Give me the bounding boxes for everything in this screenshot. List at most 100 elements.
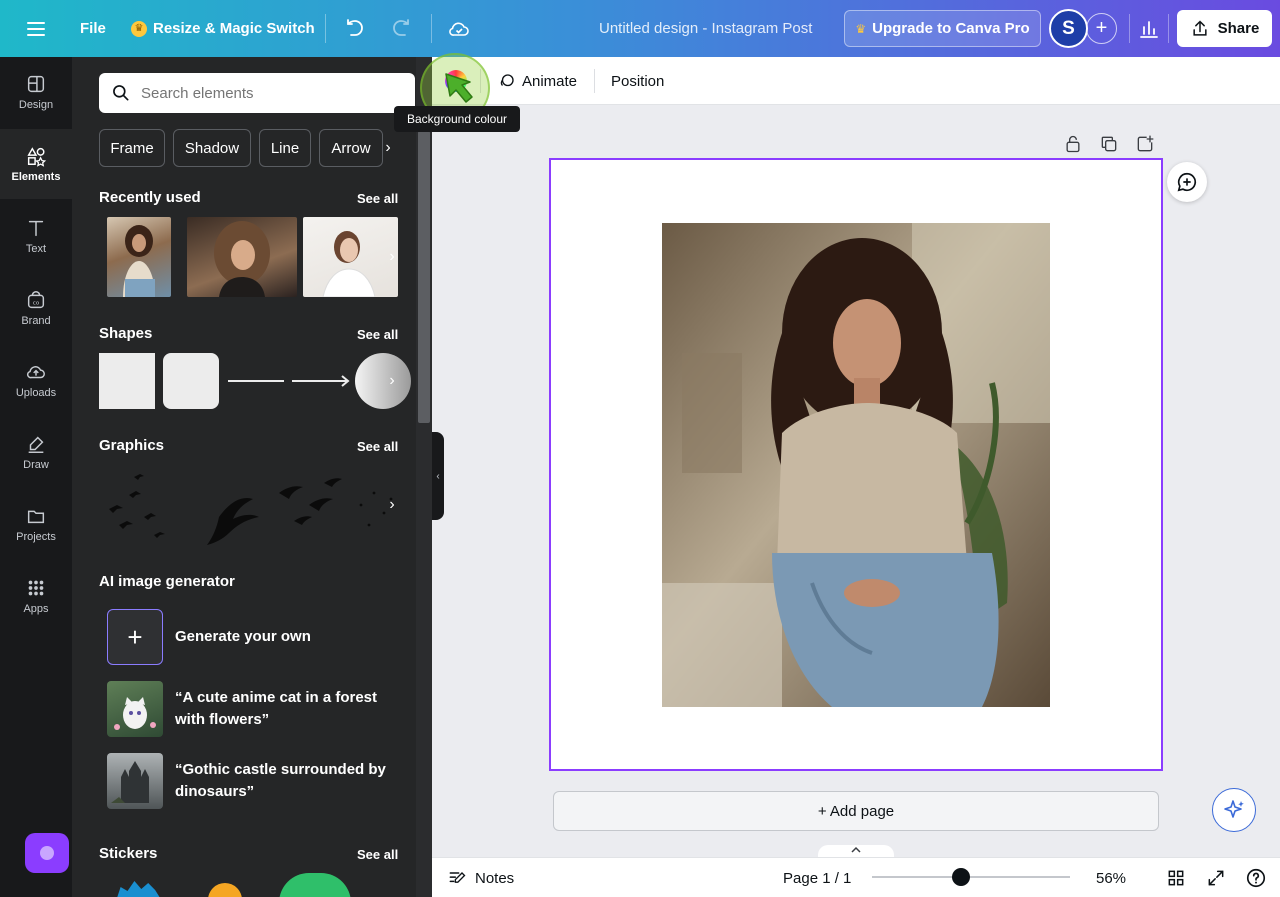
elements-icon bbox=[27, 147, 47, 167]
elements-panel: Frame Shadow Line Arrow › Recently used … bbox=[72, 57, 432, 897]
avatar[interactable]: S bbox=[1049, 9, 1088, 48]
ai-prompt-castle[interactable]: “Gothic castle surrounded by dinosaurs” bbox=[107, 753, 407, 809]
rail-item-elements[interactable]: Elements bbox=[0, 129, 72, 199]
see-all-recent[interactable]: See all bbox=[357, 191, 398, 206]
bottom-bar: Notes Page 1 / 1 56% bbox=[432, 857, 1280, 897]
share-icon bbox=[1193, 19, 1207, 36]
text-icon bbox=[28, 220, 44, 237]
chip-line[interactable]: Line bbox=[259, 129, 311, 167]
context-toolbar: Animate Position bbox=[432, 57, 1280, 105]
magic-icon bbox=[40, 846, 54, 860]
shape-rounded-square[interactable] bbox=[163, 353, 219, 409]
rail-item-draw[interactable]: Draw bbox=[0, 417, 72, 487]
animate-label: Animate bbox=[522, 72, 578, 90]
lock-icon[interactable] bbox=[1063, 134, 1083, 154]
rail-item-text[interactable]: Text bbox=[0, 201, 72, 271]
search-input[interactable] bbox=[141, 84, 391, 102]
rail-label: Uploads bbox=[15, 387, 57, 399]
sticker-green[interactable] bbox=[279, 873, 351, 897]
anime-cat-thumbnail bbox=[107, 681, 163, 737]
upgrade-label: Upgrade to Canva Pro bbox=[872, 20, 1030, 37]
help-icon[interactable] bbox=[1245, 858, 1267, 897]
zoom-percentage[interactable]: 56% bbox=[1096, 858, 1126, 897]
chevron-up-icon bbox=[851, 846, 861, 853]
shape-square[interactable] bbox=[99, 353, 155, 409]
shape-arrow[interactable] bbox=[292, 372, 352, 390]
see-all-graphics[interactable]: See all bbox=[357, 439, 398, 454]
brand-icon: co bbox=[27, 291, 45, 309]
recent-image-1[interactable] bbox=[107, 217, 171, 297]
see-all-shapes[interactable]: See all bbox=[357, 327, 398, 342]
file-menu[interactable]: File bbox=[80, 0, 106, 57]
page-indicator[interactable]: Page 1 / 1 bbox=[783, 858, 851, 897]
chip-shadow[interactable]: Shadow bbox=[173, 129, 251, 167]
ai-prompt-cat[interactable]: “A cute anime cat in a forest with flowe… bbox=[107, 681, 407, 737]
search-icon bbox=[113, 85, 129, 101]
sticker-blue[interactable] bbox=[116, 881, 162, 897]
magic-media-button[interactable] bbox=[25, 833, 69, 873]
gothic-castle-thumbnail bbox=[107, 753, 163, 809]
chevron-right-icon[interactable]: › bbox=[382, 366, 402, 396]
rail-item-brand[interactable]: co Brand bbox=[0, 273, 72, 343]
svg-text:co: co bbox=[33, 301, 40, 307]
crown-icon: ♛ bbox=[855, 21, 867, 36]
menu-icon[interactable] bbox=[24, 0, 48, 57]
add-page-button[interactable]: + Add page bbox=[553, 791, 1159, 831]
recent-image-2[interactable] bbox=[187, 217, 297, 297]
see-all-stickers[interactable]: See all bbox=[357, 847, 398, 862]
analytics-icon[interactable] bbox=[1137, 0, 1161, 57]
left-rail: Design Elements Text co Brand Uploads Dr… bbox=[0, 57, 72, 897]
divider bbox=[325, 14, 326, 43]
add-page-icon[interactable] bbox=[1135, 134, 1155, 154]
plus-icon: + bbox=[107, 609, 163, 665]
chevron-right-icon[interactable]: › bbox=[382, 490, 402, 520]
woman-photo[interactable] bbox=[662, 223, 1050, 707]
section-title-recent: Recently used bbox=[99, 189, 201, 206]
zoom-slider-track[interactable] bbox=[872, 876, 1070, 878]
rail-item-projects[interactable]: Projects bbox=[0, 489, 72, 559]
add-comment-button[interactable] bbox=[1167, 162, 1207, 202]
rail-item-apps[interactable]: Apps bbox=[0, 561, 72, 631]
divider bbox=[1168, 14, 1169, 43]
ai-item-label: Generate your own bbox=[175, 628, 311, 645]
rail-label: Elements bbox=[11, 171, 61, 183]
upgrade-button[interactable]: ♛ Upgrade to Canva Pro bbox=[844, 10, 1041, 47]
collapse-panel-handle[interactable]: ‹ bbox=[432, 432, 444, 520]
search-box[interactable] bbox=[99, 73, 415, 113]
position-button[interactable]: Position bbox=[611, 57, 664, 105]
chevron-right-icon[interactable]: › bbox=[382, 242, 402, 272]
crown-icon: ♛ bbox=[131, 20, 147, 37]
invite-plus-icon[interactable]: + bbox=[1086, 13, 1117, 44]
fullscreen-icon[interactable] bbox=[1206, 858, 1226, 897]
chevron-right-icon[interactable]: › bbox=[377, 129, 399, 167]
rail-item-design[interactable]: Design bbox=[0, 57, 72, 127]
rail-label: Brand bbox=[21, 315, 51, 327]
zoom-slider-thumb[interactable] bbox=[952, 868, 971, 886]
graphics-row[interactable] bbox=[99, 465, 399, 547]
section-title-graphics: Graphics bbox=[99, 437, 165, 454]
share-button[interactable]: Share bbox=[1177, 10, 1272, 47]
animate-button[interactable]: Animate bbox=[498, 57, 577, 105]
duplicate-page-icon[interactable] bbox=[1099, 134, 1119, 154]
panel-scrollbar-thumb[interactable] bbox=[418, 131, 430, 423]
resize-magic-switch-button[interactable]: ♛ Resize & Magic Switch bbox=[131, 0, 315, 57]
resize-label: Resize & Magic Switch bbox=[153, 20, 315, 37]
chip-arrow[interactable]: Arrow bbox=[319, 129, 383, 167]
background-colour-tooltip: Background colour bbox=[394, 106, 520, 132]
redo-icon[interactable] bbox=[389, 0, 413, 57]
sticker-orange[interactable] bbox=[208, 883, 242, 897]
magic-assistant-button[interactable] bbox=[1212, 788, 1256, 832]
undo-icon[interactable] bbox=[343, 0, 367, 57]
ai-generate-own[interactable]: + Generate your own bbox=[107, 609, 407, 665]
draw-icon bbox=[28, 436, 44, 453]
notes-button[interactable]: Notes bbox=[447, 858, 514, 897]
cloud-save-icon[interactable] bbox=[447, 0, 471, 57]
shape-line[interactable] bbox=[228, 380, 284, 382]
comment-add-icon bbox=[1177, 172, 1197, 192]
grid-view-icon[interactable] bbox=[1166, 858, 1186, 897]
rail-item-uploads[interactable]: Uploads bbox=[0, 345, 72, 415]
chip-frame[interactable]: Frame bbox=[99, 129, 165, 167]
uploads-icon bbox=[26, 366, 45, 379]
document-title[interactable]: Untitled design - Instagram Post bbox=[599, 0, 812, 57]
ai-item-label: “A cute anime cat in a forest with flowe… bbox=[175, 689, 378, 728]
